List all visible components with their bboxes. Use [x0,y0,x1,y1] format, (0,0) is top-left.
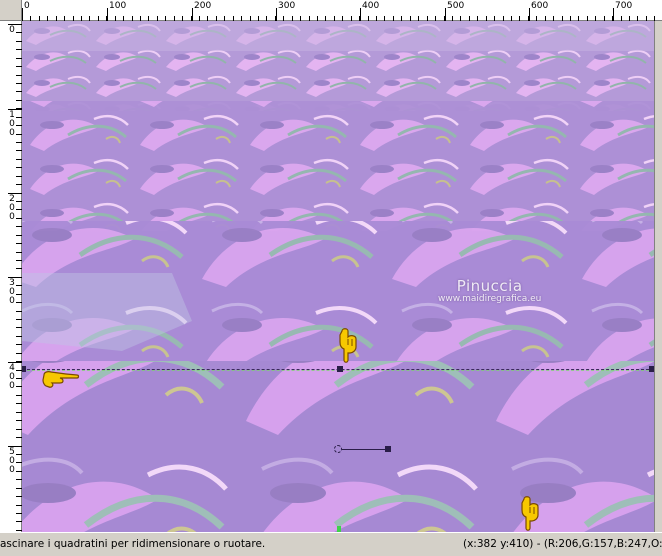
rotation-pivot-handle[interactable] [334,445,342,453]
ruler-label: 400 [362,1,380,11]
ruler-label: 500 [9,447,15,475]
ruler-label: 0 [24,1,30,11]
ruler-label: 600 [531,1,549,11]
watermark-name: Pinuccia [456,277,523,295]
ruler-label: 500 [447,1,465,11]
rotation-handle-line [342,449,388,450]
ruler-label: 0 [9,25,15,35]
ruler-tick [445,8,446,21]
pointing-hand-right-icon [42,371,80,388]
vertical-scrollbar[interactable] [654,21,662,532]
texture-image [22,21,654,532]
ruler-tick [192,8,193,21]
status-bar: ascinare i quadratini per ridimensionare… [0,532,662,556]
ruler-tick [613,8,614,21]
status-coordinates: (x:382 y:410) - (R:206,G:157,B:247,O:2 [463,538,662,550]
ruler-corner [0,0,22,21]
watermark: Pinuccia www.maidiregrafica.eu [438,277,541,304]
vertical-ruler[interactable]: 0 100 200 300 400 500 [0,21,22,532]
ruler-tick [529,8,530,21]
ruler-label: 400 [9,363,15,391]
ruler-label: 200 [194,1,212,11]
image-canvas[interactable]: Pinuccia www.maidiregrafica.eu [22,21,654,532]
ruler-label: 700 [615,1,633,11]
watermark-url: www.maidiregrafica.eu [438,294,542,304]
ruler-tick [107,8,108,21]
rotation-handle[interactable] [385,446,391,452]
pointing-hand-down-icon [339,328,357,363]
horizontal-ruler[interactable]: 0 100 200 300 400 500 600 700 [0,0,662,21]
ruler-label: 300 [9,278,15,306]
ruler-tick [360,8,361,21]
ruler-label: 200 [9,194,15,222]
guide-handle-left[interactable] [22,366,26,372]
ruler-label: 100 [109,1,127,11]
pointing-hand-down-icon [521,496,539,531]
ruler-label: 100 [9,110,15,138]
guide-handle-mid[interactable] [337,366,343,372]
ruler-label: 300 [278,1,296,11]
status-message: ascinare i quadratini per ridimensionare… [0,538,266,550]
ruler-tick [276,8,277,21]
